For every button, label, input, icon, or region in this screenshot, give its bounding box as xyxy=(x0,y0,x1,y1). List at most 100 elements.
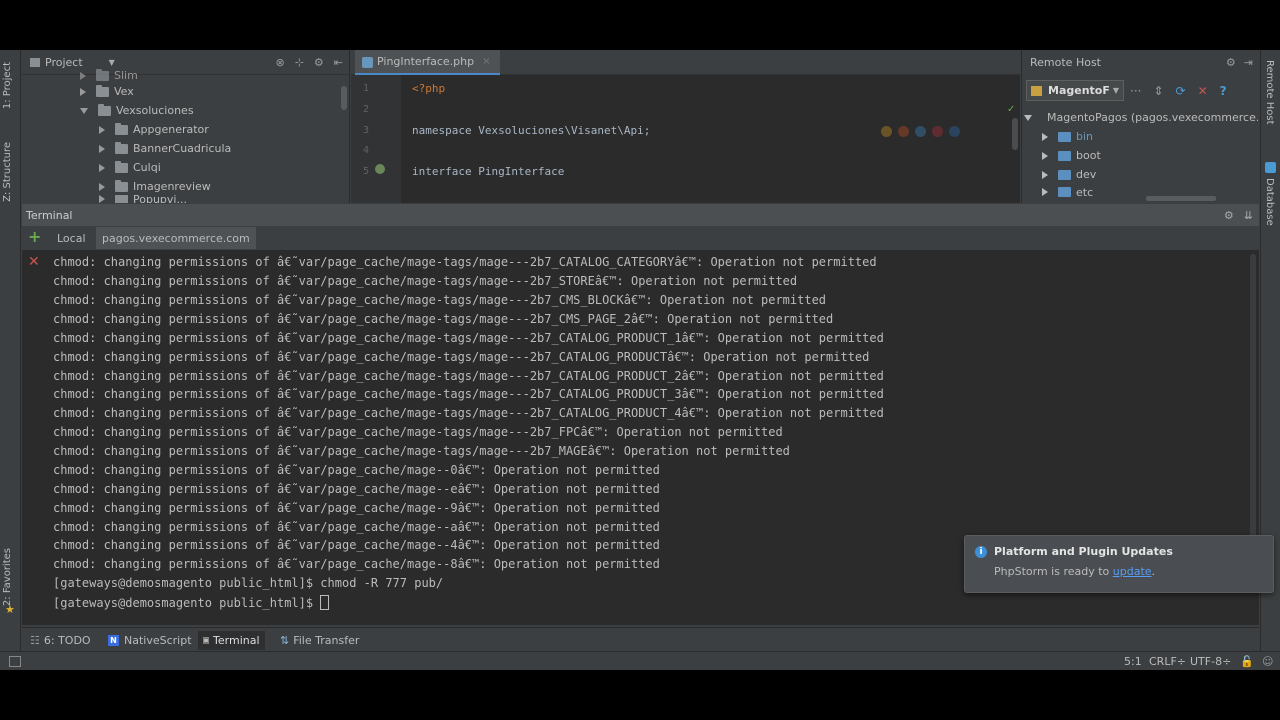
expand-arrow-icon[interactable] xyxy=(99,182,105,191)
editor-scrollbar[interactable] xyxy=(1012,118,1018,150)
gear-icon[interactable]: ⚙ xyxy=(1226,56,1236,69)
opera-icon[interactable] xyxy=(932,126,943,137)
add-session-icon[interactable]: + xyxy=(28,228,41,246)
terminal-line: chmod: changing permissions of â€˜var/pa… xyxy=(53,463,660,477)
implemented-marker-icon[interactable] xyxy=(375,164,385,174)
inspector-icon[interactable]: ☺ xyxy=(1262,655,1273,668)
remote-item-etc[interactable]: etc xyxy=(1042,184,1093,200)
tab-database-vertical[interactable]: Database xyxy=(1264,178,1275,226)
tree-item-vex[interactable]: Vex xyxy=(80,82,134,101)
terminal-scrollbar[interactable] xyxy=(1250,254,1256,574)
line-number: 5 xyxy=(362,166,369,177)
terminal-line: chmod: changing permissions of â€˜var/pa… xyxy=(53,331,884,345)
line-number: 2 xyxy=(362,104,369,115)
update-link[interactable]: update xyxy=(1113,565,1152,578)
refresh-icon[interactable]: ⟳ xyxy=(1176,84,1186,98)
folder-icon xyxy=(98,103,111,116)
code-line-5[interactable]: interface PingInterface xyxy=(412,165,564,178)
tree-item-imagenreview[interactable]: Imagenreview xyxy=(99,177,211,196)
tab-structure-vertical[interactable]: Z: Structure xyxy=(2,142,13,202)
close-icon[interactable]: × xyxy=(482,56,490,67)
file-transfer-icon: ⇅ xyxy=(280,634,290,647)
info-icon: i xyxy=(975,546,987,558)
tree-item-culqi[interactable]: Culqi xyxy=(99,158,161,177)
collapse-icon[interactable]: ⊹ xyxy=(295,56,304,69)
collapse-arrow-icon[interactable] xyxy=(1024,114,1032,121)
tree-item-bannercuadricula[interactable]: BannerCuadricula xyxy=(99,139,231,158)
ie-icon[interactable] xyxy=(949,126,960,137)
close-icon[interactable]: ✕ xyxy=(1198,84,1208,98)
more-icon[interactable]: ··· xyxy=(1130,84,1141,98)
remote-hscrollbar[interactable] xyxy=(1146,196,1216,201)
expand-arrow-icon[interactable] xyxy=(99,144,105,153)
locate-icon[interactable]: ⊗ xyxy=(275,56,284,69)
hide-panel-icon[interactable]: ⇥ xyxy=(1244,56,1253,69)
remote-item-bin[interactable]: bin xyxy=(1042,127,1093,146)
server-select-value: MagentoF xyxy=(1048,84,1110,97)
gear-icon[interactable]: ⚙ xyxy=(314,56,324,69)
terminal-line: chmod: changing permissions of â€˜var/pa… xyxy=(53,293,827,307)
expand-arrow-icon[interactable] xyxy=(80,87,86,96)
collapse-all-icon[interactable]: ⇕ xyxy=(1153,84,1163,98)
remote-item-boot[interactable]: boot xyxy=(1042,146,1101,165)
database-icon xyxy=(1265,162,1276,173)
terminal-tab-bar: + Local pagos.vexecommerce.com xyxy=(22,226,1259,250)
php-file-icon xyxy=(362,57,373,68)
help-icon[interactable]: ? xyxy=(1220,84,1227,98)
project-icon xyxy=(30,57,40,67)
hide-panel-icon[interactable]: ⇊ xyxy=(1244,209,1253,222)
remote-item-dev[interactable]: dev xyxy=(1042,165,1096,184)
todo-tool-button[interactable]: ☷ 6: TODO xyxy=(30,631,91,650)
project-panel: Project ▼ ⊗ ⊹ ⚙ ⇤ Slim Vex Vexsoluciones… xyxy=(22,50,350,203)
terminal-tab-remote[interactable]: pagos.vexecommerce.com xyxy=(96,227,256,249)
expand-arrow-icon[interactable] xyxy=(99,163,105,172)
terminal-line: chmod: changing permissions of â€˜var/pa… xyxy=(53,255,877,269)
status-bar: 5:1 CRLF÷ UTF-8÷ 🔓 ☺ xyxy=(0,651,1280,670)
remote-root-item[interactable]: MagentoPagos (pagos.vexecommerce.com) xyxy=(1024,108,1258,127)
code-line-1[interactable]: <?php xyxy=(412,82,445,95)
tool-windows-icon[interactable] xyxy=(9,656,21,667)
tree-item-label: Imagenreview xyxy=(133,180,211,193)
tree-item-appgenerator[interactable]: Appgenerator xyxy=(99,120,209,139)
tree-item-vexsoluciones[interactable]: Vexsoluciones xyxy=(80,101,194,120)
hide-panel-icon[interactable]: ⇤ xyxy=(334,56,343,69)
collapse-arrow-icon[interactable] xyxy=(80,107,88,114)
line-separator[interactable]: CRLF÷ xyxy=(1149,655,1186,668)
server-select[interactable]: MagentoF ▼ xyxy=(1026,80,1124,101)
tree-item-popupvi[interactable]: Popupvi... xyxy=(99,195,187,203)
terminal-tool-button[interactable]: ▣ Terminal xyxy=(198,631,265,650)
expand-arrow-icon[interactable] xyxy=(99,125,105,134)
caret-position[interactable]: 5:1 xyxy=(1124,655,1142,668)
project-scrollbar[interactable] xyxy=(341,86,347,110)
folder-icon xyxy=(115,141,128,154)
terminal-line: chmod: changing permissions of â€˜var/pa… xyxy=(53,520,660,534)
remote-item-label: bin xyxy=(1076,130,1094,143)
editor-tab-pinginterface[interactable]: PingInterface.php × xyxy=(355,50,501,75)
notification-body: PhpStorm is ready to update. xyxy=(994,565,1155,578)
terminal-line: chmod: changing permissions of â€˜var/pa… xyxy=(53,312,834,326)
file-encoding[interactable]: UTF-8÷ xyxy=(1190,655,1231,668)
lock-icon[interactable]: 🔓 xyxy=(1240,655,1254,668)
project-panel-title[interactable]: Project xyxy=(45,56,83,69)
nativescript-tool-button[interactable]: N NativeScript xyxy=(108,631,192,650)
chrome-icon[interactable] xyxy=(881,126,892,137)
todo-icon: ☷ xyxy=(30,634,40,647)
code-line-3[interactable]: namespace Vexsoluciones\Visanet\Api; xyxy=(412,124,650,137)
folder-icon xyxy=(1058,131,1071,142)
file-transfer-tool-button[interactable]: ⇅ File Transfer xyxy=(280,631,359,650)
update-notification[interactable]: i Platform and Plugin Updates PhpStorm i… xyxy=(964,535,1274,593)
terminal-line: chmod: changing permissions of â€˜var/pa… xyxy=(53,444,790,458)
firefox-icon[interactable] xyxy=(898,126,909,137)
gear-icon[interactable]: ⚙ xyxy=(1224,209,1234,222)
tab-project-vertical[interactable]: 1: Project xyxy=(2,62,13,109)
terminal-prompt-line[interactable]: [gateways@demosmagento public_html]$ xyxy=(53,595,330,610)
folder-icon xyxy=(115,179,128,192)
safari-icon[interactable] xyxy=(915,126,926,137)
close-session-icon[interactable]: ✕ xyxy=(28,254,40,270)
tab-favorites-vertical[interactable]: 2: Favorites xyxy=(2,548,13,606)
terminal-tab-local[interactable]: Local xyxy=(51,227,92,249)
folder-icon xyxy=(96,68,109,81)
notification-title: Platform and Plugin Updates xyxy=(994,545,1173,558)
folder-icon xyxy=(96,84,109,97)
tab-remote-host-vertical[interactable]: Remote Host xyxy=(1264,60,1275,125)
